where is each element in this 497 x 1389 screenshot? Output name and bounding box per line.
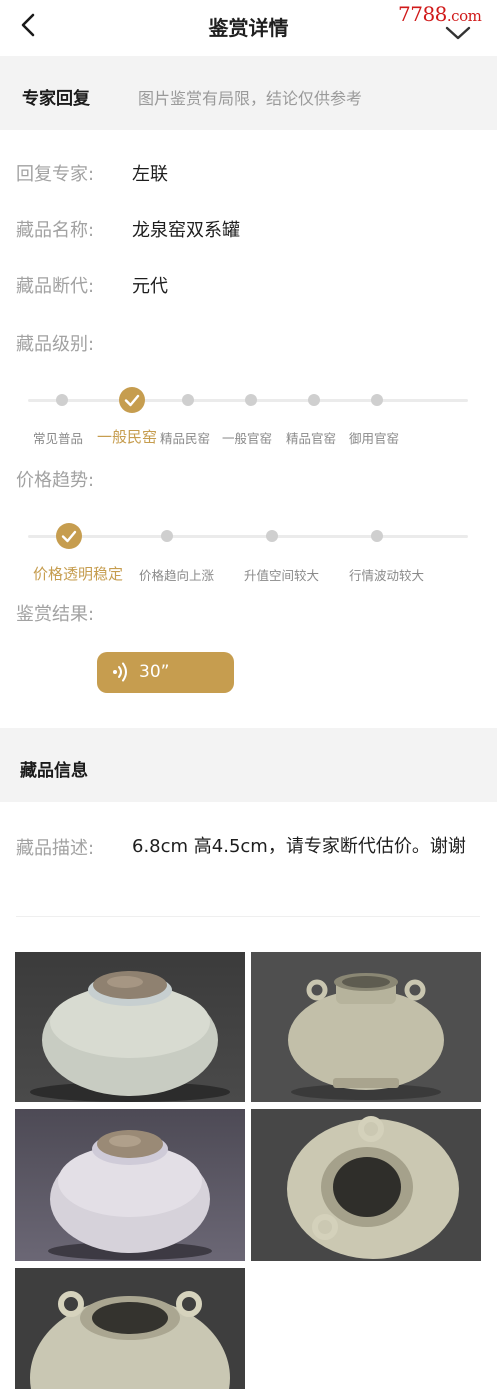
grade-level-label: 一般民窑 bbox=[97, 428, 158, 446]
trend-track bbox=[28, 535, 468, 538]
grade-level-dot bbox=[245, 394, 257, 406]
jar-image bbox=[30, 1291, 230, 1389]
jar-image bbox=[48, 1130, 212, 1260]
section-title: 藏品信息 bbox=[20, 761, 88, 781]
check-icon bbox=[124, 394, 140, 407]
divider bbox=[16, 916, 480, 917]
grade-row: 藏品级别: bbox=[16, 330, 132, 356]
jar-image bbox=[30, 971, 230, 1102]
trend-row: 价格趋势: bbox=[16, 466, 132, 492]
audio-duration: 30” bbox=[139, 662, 170, 682]
photo-jar-side-view[interactable] bbox=[251, 952, 481, 1102]
top-bar: 鉴赏详情 7788.com bbox=[0, 0, 497, 52]
expert-value: 左联 bbox=[132, 164, 168, 185]
trend-level-label: 价格趋向上涨 bbox=[139, 568, 215, 583]
grade-level-dot bbox=[56, 394, 68, 406]
photo-jar-mouth-view-2[interactable] bbox=[15, 1268, 245, 1389]
expert-reply-header: 专家回复 图片鉴赏有局限，结论仅供参考 bbox=[0, 56, 497, 130]
era-label: 藏品断代: bbox=[16, 276, 95, 297]
grade-level-label: 御用官窑 bbox=[349, 431, 400, 446]
photo-jar-top-view-2[interactable] bbox=[15, 1109, 245, 1261]
section-title: 专家回复 bbox=[22, 89, 90, 109]
name-value: 龙泉窑双系罐 bbox=[132, 220, 240, 241]
trend-level-label: 价格透明稳定 bbox=[33, 565, 124, 583]
trend-level-dot bbox=[371, 530, 383, 542]
photo-jar-top-view[interactable] bbox=[15, 952, 245, 1102]
expert-row: 回复专家: 左联 bbox=[16, 160, 168, 186]
grade-level-dot bbox=[371, 394, 383, 406]
description-label: 藏品描述: bbox=[16, 838, 95, 859]
jar-image bbox=[288, 973, 444, 1100]
name-label: 藏品名称: bbox=[16, 220, 95, 241]
audio-play-button[interactable]: 30” bbox=[97, 652, 234, 693]
check-icon bbox=[61, 530, 77, 543]
jar-image bbox=[287, 1116, 459, 1259]
expert-label: 回复专家: bbox=[16, 164, 95, 185]
grade-level-dot bbox=[119, 387, 145, 413]
trend-level-dot bbox=[161, 530, 173, 542]
sound-wave-icon bbox=[113, 662, 127, 682]
grade-label: 藏品级别: bbox=[16, 334, 95, 355]
photo-jar-mouth-view[interactable] bbox=[251, 1109, 481, 1261]
era-row: 藏品断代: 元代 bbox=[16, 272, 168, 298]
result-row: 鉴赏结果: bbox=[16, 600, 132, 626]
trend-level-label: 行情波动较大 bbox=[349, 568, 425, 583]
grade-level-label: 常见普品 bbox=[33, 431, 84, 446]
name-row: 藏品名称: 龙泉窑双系罐 bbox=[16, 216, 240, 242]
disclaimer-text: 图片鉴赏有局限，结论仅供参考 bbox=[138, 89, 363, 108]
result-label: 鉴赏结果: bbox=[16, 604, 95, 625]
description-value: 6.8cm 高4.5cm，请专家断代估价。谢谢 bbox=[132, 836, 466, 857]
grade-level-dot bbox=[182, 394, 194, 406]
era-value: 元代 bbox=[132, 276, 168, 297]
trend-label: 价格趋势: bbox=[16, 470, 95, 491]
grade-level-label: 一般官窑 bbox=[222, 431, 273, 446]
trend-level-dot bbox=[56, 523, 82, 549]
grade-level-label: 精品民窑 bbox=[160, 431, 211, 446]
grade-level-label: 精品官窑 bbox=[286, 431, 337, 446]
collection-info-header: 藏品信息 bbox=[0, 728, 497, 802]
grade-level-dot bbox=[308, 394, 320, 406]
watermark-logo: 7788.com bbox=[398, 2, 482, 26]
trend-level-label: 升值空间较大 bbox=[244, 568, 320, 583]
trend-level-dot bbox=[266, 530, 278, 542]
